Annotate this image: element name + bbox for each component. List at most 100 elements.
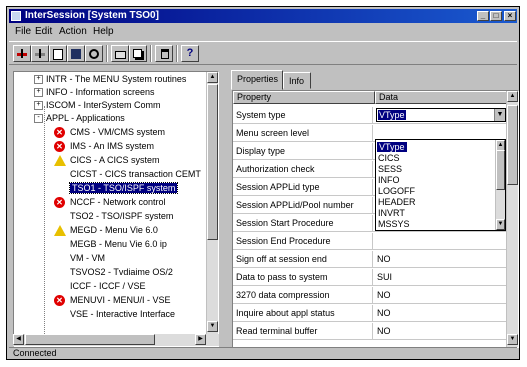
dropdown-option[interactable]: SESS: [378, 164, 402, 174]
dropdown-scrollbar[interactable]: ▲ ▼: [495, 140, 505, 230]
tree-item-nccf[interactable]: ✕ NCCF - Network control: [54, 196, 166, 208]
refresh-icon: [89, 49, 99, 59]
menu-edit[interactable]: Edit: [35, 25, 52, 39]
toolbar-separator: [150, 45, 152, 62]
dropdown-option[interactable]: INVRT: [378, 208, 405, 218]
expand-icon[interactable]: +: [34, 101, 43, 111]
print-button[interactable]: [111, 45, 129, 62]
tree-item-ims[interactable]: ✕ IMS - An IMS system: [54, 140, 154, 152]
dropdown-option[interactable]: MSSYS: [378, 219, 410, 229]
chevron-down-icon[interactable]: ▼: [494, 109, 505, 121]
tree-item-cics[interactable]: CICS - A CICS system: [54, 154, 160, 166]
scroll-down-icon[interactable]: ▼: [207, 321, 218, 332]
tree-item-tso2[interactable]: TSO2 - TSO/ISPF system: [70, 210, 173, 222]
scroll-right-icon[interactable]: ▶: [195, 334, 206, 345]
warning-icon: [54, 225, 66, 236]
tree-horizontal-scrollbar[interactable]: ◀ ▶: [13, 334, 219, 346]
new-button[interactable]: [49, 45, 67, 62]
refresh-button[interactable]: [85, 45, 103, 62]
tree-item-info[interactable]: + INFO - Information screens: [34, 86, 155, 98]
system-type-dropdown-list: VType CICS SESS INFO LOGOFF HEADER INVRT…: [375, 139, 506, 231]
tree-lines: [44, 106, 45, 346]
toolbar-separator: [176, 45, 178, 62]
stop-icon: ✕: [54, 295, 65, 306]
delete-icon: [161, 49, 169, 59]
system-type-combo[interactable]: VType ▼: [376, 108, 506, 122]
tree-item-intr[interactable]: + INTR - The MENU System routines: [34, 73, 186, 85]
grid-vertical-scrollbar[interactable]: ▲ ▼: [506, 91, 518, 347]
maximize-button[interactable]: □: [490, 11, 502, 21]
menu-help[interactable]: Help: [93, 25, 114, 39]
tree-item-cms[interactable]: ✕ CMS - VM/CMS system: [54, 126, 165, 138]
connect-icon: [17, 49, 27, 58]
scroll-thumb[interactable]: [25, 334, 155, 345]
stop-icon: ✕: [54, 141, 65, 152]
delete-button[interactable]: [155, 45, 173, 62]
tree-item-megd[interactable]: MEGD - Menu Vie 6.0: [54, 224, 158, 236]
dropdown-option[interactable]: HEADER: [378, 197, 416, 207]
disconnect-icon: [35, 49, 45, 58]
expand-icon[interactable]: +: [34, 88, 43, 98]
menu-file[interactable]: File: [15, 25, 31, 39]
grid-row-system-type[interactable]: System type VType ▼: [233, 107, 507, 124]
tree-item-appl[interactable]: - APPL - Applications: [34, 112, 125, 124]
expand-icon[interactable]: +: [34, 75, 43, 85]
scroll-left-icon[interactable]: ◀: [13, 334, 24, 345]
grid-row[interactable]: Read terminal buffer NO: [233, 323, 507, 340]
tree-vertical-scrollbar[interactable]: ▲ ▼: [206, 72, 218, 334]
close-button[interactable]: ×: [504, 11, 516, 21]
stop-icon: ✕: [54, 197, 65, 208]
scroll-thumb[interactable]: [207, 84, 218, 240]
help-icon: ?: [186, 47, 194, 59]
app-window: InterSession [System TSO0] _ □ × File Ed…: [6, 6, 520, 360]
save-icon: [71, 49, 81, 59]
tree-item-tso1[interactable]: TSO1 - TSO/ISPF system: [68, 182, 179, 194]
minimize-button[interactable]: _: [477, 11, 489, 21]
status-bar: Connected: [9, 347, 517, 358]
new-icon: [53, 49, 63, 60]
disconnect-button[interactable]: [31, 45, 49, 62]
column-header-property[interactable]: Property: [233, 91, 375, 104]
scroll-up-icon[interactable]: ▲: [207, 72, 218, 83]
dropdown-option[interactable]: VType: [377, 142, 407, 152]
help-button[interactable]: ?: [181, 45, 199, 62]
dropdown-option[interactable]: CICS: [378, 153, 400, 163]
grid-row[interactable]: Inquire about appl status NO: [233, 305, 507, 322]
tab-properties[interactable]: Properties: [231, 70, 283, 90]
scroll-up-icon[interactable]: ▲: [507, 91, 518, 102]
scroll-down-icon[interactable]: ▼: [507, 334, 518, 345]
tree-item-cicst[interactable]: CICST - CICS transaction CEMT: [70, 168, 201, 180]
tree-item-menuvi[interactable]: ✕ MENUVI - MENU/I - VSE: [54, 294, 171, 306]
collapse-icon[interactable]: -: [34, 114, 43, 124]
tree-item-vse[interactable]: VSE - Interactive Interface: [70, 308, 175, 320]
grid-row[interactable]: Data to pass to system SUI: [233, 269, 507, 286]
save-button[interactable]: [67, 45, 85, 62]
column-header-data[interactable]: Data: [375, 91, 507, 104]
title-bar: InterSession [System TSO0] _ □ ×: [9, 9, 517, 23]
toolbar-separator: [106, 45, 108, 62]
print-icon: [115, 51, 126, 59]
copy-button[interactable]: [129, 45, 147, 62]
tree-item-iscom[interactable]: + ISCOM - InterSystem Comm: [34, 99, 161, 111]
toolbar: ?: [9, 41, 517, 65]
dropdown-option[interactable]: LOGOFF: [378, 186, 415, 196]
grid-row[interactable]: Session End Procedure: [233, 233, 507, 250]
window-title: InterSession [System TSO0]: [25, 10, 159, 21]
scroll-thumb[interactable]: [507, 105, 518, 185]
scroll-down-icon[interactable]: ▼: [496, 219, 505, 230]
tree-item-vm[interactable]: VM - VM: [70, 252, 105, 264]
grid-row[interactable]: Sign off at session end NO: [233, 251, 507, 268]
tree-item-iccf[interactable]: ICCF - ICCF / VSE: [70, 280, 146, 292]
scroll-thumb[interactable]: [496, 150, 505, 190]
stop-icon: ✕: [54, 127, 65, 138]
copy-icon: [133, 49, 142, 58]
dropdown-option[interactable]: INFO: [378, 175, 400, 185]
menu-action[interactable]: Action: [59, 25, 87, 39]
tree-item-megb[interactable]: MEGB - Menu Vie 6.0 ip: [70, 238, 167, 250]
navigation-tree: + INTR - The MENU System routines + INFO -…: [13, 71, 219, 347]
tab-info[interactable]: Info: [283, 72, 311, 89]
grid-row[interactable]: 3270 data compression NO: [233, 287, 507, 304]
menu-bar: File Edit Action Help: [9, 25, 517, 39]
connect-button[interactable]: [13, 45, 31, 62]
tree-item-tsvos2[interactable]: TSVOS2 - Tvdiaime OS/2: [70, 266, 173, 278]
